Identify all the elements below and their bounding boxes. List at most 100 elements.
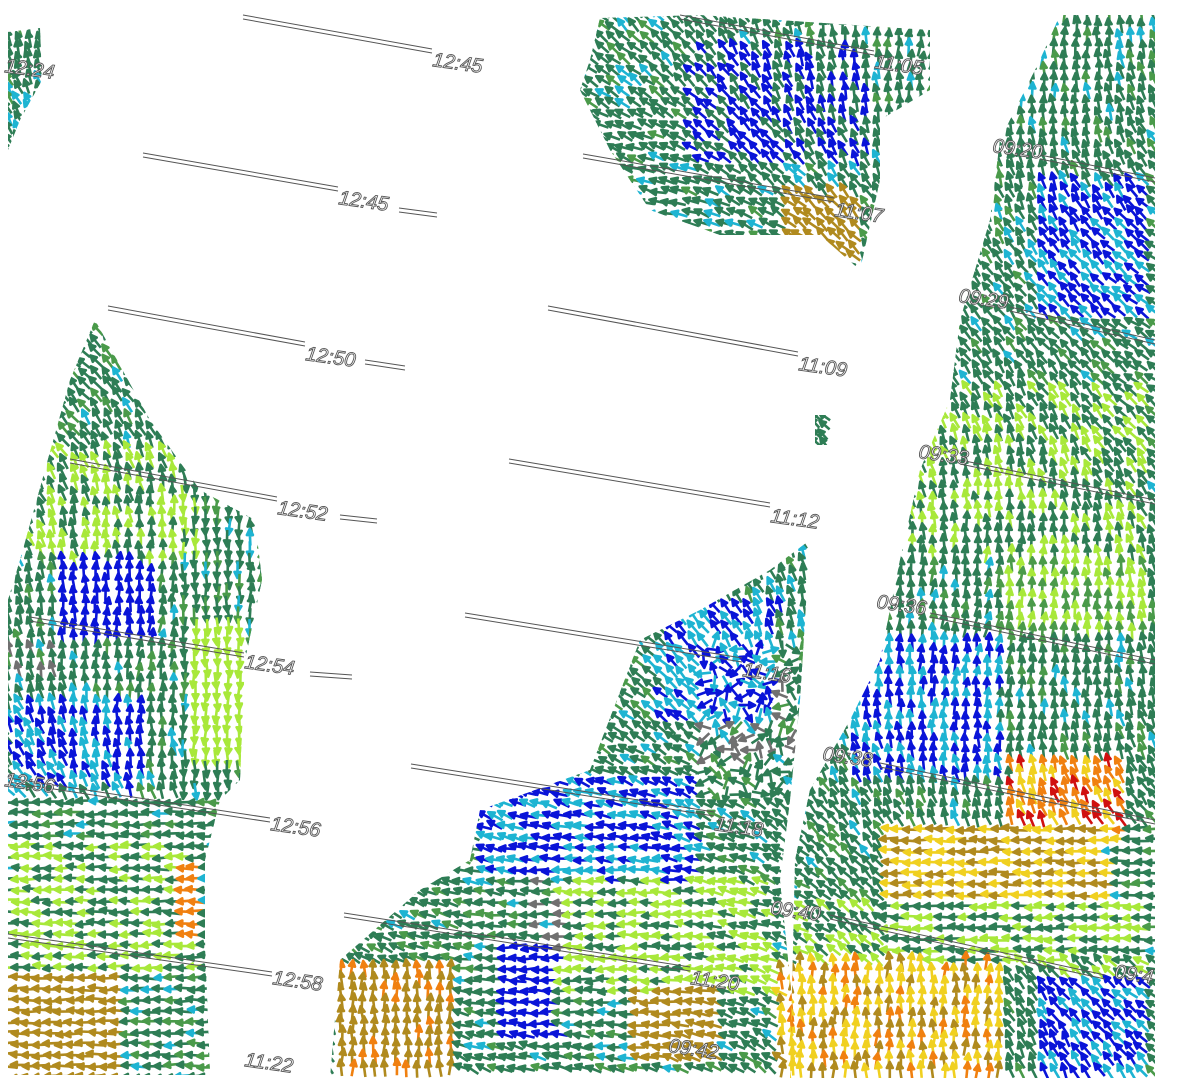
wind-arrow: [520, 611, 536, 625]
wind-arrow: [235, 849, 244, 868]
wind-arrow: [21, 398, 37, 412]
wind-arrow: [212, 463, 222, 482]
wind-arrow: [551, 777, 569, 787]
wind-arrow: [626, 263, 644, 270]
wind-arrow: [56, 323, 72, 336]
wind-arrow: [348, 596, 357, 615]
wind-arrow: [390, 553, 400, 571]
wind-arrow: [78, 321, 93, 335]
wind-arrow: [201, 420, 211, 438]
wind-arrow: [701, 251, 719, 260]
wind-arrow: [499, 697, 513, 713]
wind-arrow: [540, 800, 558, 810]
wind-arrow: [961, 18, 970, 36]
wind-arrow: [582, 186, 601, 195]
wind-arrow: [22, 98, 34, 114]
wind-arrow: [330, 563, 335, 582]
wind-arrow: [581, 164, 600, 173]
wind-arrow: [254, 1002, 262, 1019]
wind-arrow: [784, 744, 802, 754]
wind-arrow: [31, 322, 48, 334]
wind-arrow: [337, 706, 346, 725]
wind-arrow: [8, 455, 14, 469]
wind-arrow: [616, 186, 634, 196]
wind-arrow: [719, 565, 732, 582]
wind-arrow: [464, 751, 479, 766]
wind-arrow: [255, 949, 262, 963]
wind-arrow: [369, 685, 379, 703]
wind-arrow: [585, 642, 601, 655]
wind-arrow: [10, 410, 26, 424]
wind-arrow: [379, 640, 389, 658]
wind-arrow: [580, 232, 589, 241]
wind-arrow: [457, 717, 470, 734]
wind-arrow: [233, 1001, 246, 1018]
wind-arrow: [804, 238, 819, 253]
wind-arrow: [916, 116, 925, 134]
wind-arrow: [330, 1003, 335, 1021]
wind-arrow: [12, 452, 25, 468]
wind-arrow: [443, 744, 460, 756]
wind-arrow: [664, 576, 679, 591]
wind-arrow: [565, 641, 580, 656]
wind-arrow: [467, 654, 481, 670]
wind-arrow: [708, 542, 721, 558]
wind-arrow: [530, 733, 547, 746]
wind-arrow: [8, 411, 16, 425]
wind-arrow: [668, 252, 687, 262]
wind-arrow: [330, 952, 337, 964]
wind-arrow: [580, 184, 589, 194]
wind-arrow: [54, 320, 71, 324]
wind-arrow: [916, 93, 926, 111]
wind-arrow: [337, 608, 346, 627]
wind-arrow: [179, 441, 190, 459]
wind-arrow: [330, 992, 336, 1011]
wind-arrow: [576, 677, 592, 690]
wind-arrow: [544, 652, 557, 668]
wind-arrow: [802, 228, 819, 240]
wind-arrow: [330, 850, 336, 866]
wind-arrow: [553, 556, 569, 570]
wind-arrow: [648, 62, 663, 77]
wind-arrow: [466, 565, 482, 579]
wind-arrow: [564, 743, 580, 756]
wind-arrow: [257, 747, 262, 766]
wind-arrow: [797, 707, 808, 725]
wind-arrow: [792, 240, 809, 253]
wind-arrow: [458, 597, 469, 615]
wind-arrow: [424, 554, 436, 570]
wind-arrow: [786, 684, 797, 701]
wind-arrow: [685, 576, 700, 590]
wind-arrow: [389, 775, 402, 791]
wind-arrow: [580, 253, 589, 263]
wind-arrow: [719, 655, 734, 670]
wind-arrow: [179, 385, 191, 402]
wind-arrow: [389, 697, 401, 714]
wind-arrow: [926, 170, 930, 189]
wind-arrow: [422, 673, 434, 690]
wind-arrow: [254, 859, 262, 875]
wind-arrow: [221, 409, 232, 427]
wind-arrow: [541, 676, 556, 691]
wind-arrow: [245, 397, 256, 415]
wind-arrow: [488, 742, 504, 755]
wind-arrow: [895, 137, 905, 155]
wind-arrow: [197, 895, 216, 905]
wind-arrow: [928, 15, 938, 24]
wind-arrow: [469, 587, 480, 604]
wind-arrow: [23, 420, 39, 434]
wind-arrow: [376, 818, 391, 833]
wind-arrow: [245, 1023, 255, 1041]
wind-arrow: [245, 758, 254, 777]
wind-arrow: [11, 335, 28, 348]
wind-arrow: [222, 398, 233, 415]
wind-arrow: [690, 241, 709, 251]
wind-arrow: [57, 386, 70, 402]
wind-arrow: [592, 196, 611, 206]
wind-arrow: [347, 662, 357, 680]
wind-arrow: [254, 882, 262, 900]
wind-arrow: [477, 786, 493, 799]
wind-arrow: [22, 78, 31, 95]
wind-arrow: [530, 546, 547, 557]
wind-arrow: [787, 540, 799, 547]
